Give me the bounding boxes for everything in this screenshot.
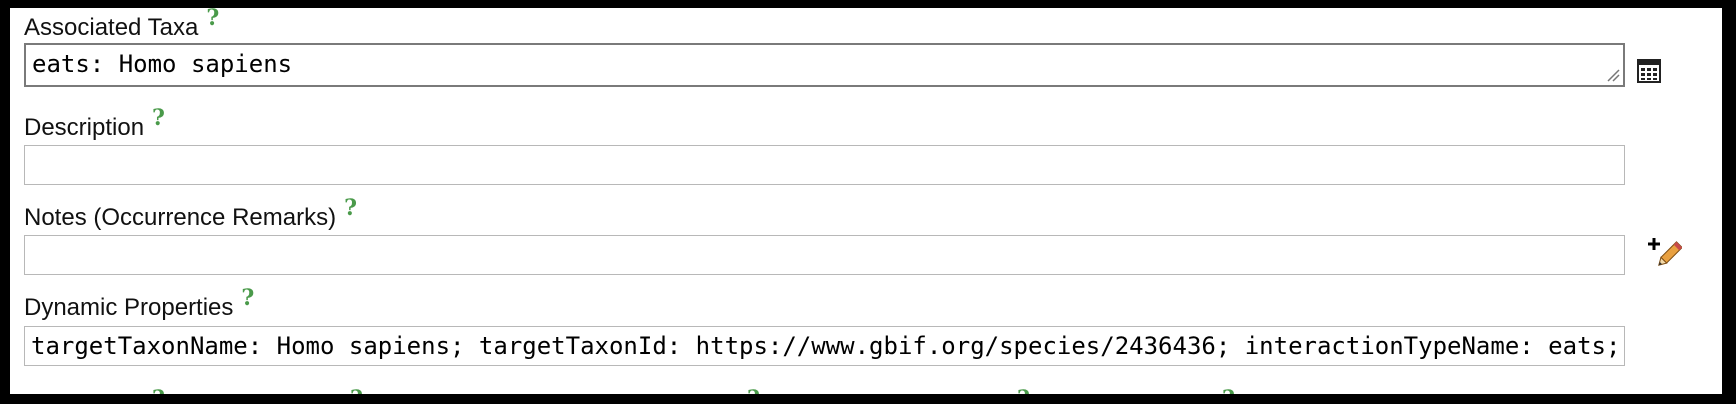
resize-handle-icon[interactable] — [1606, 68, 1620, 82]
cutoff-help-icon[interactable]: ? — [152, 386, 165, 394]
dynamic-properties-label: Dynamic Properties ? — [24, 285, 255, 321]
notes-help-icon[interactable]: ? — [344, 194, 357, 222]
notes-input[interactable] — [24, 235, 1625, 275]
cutoff-help-icon[interactable]: ? — [350, 386, 363, 394]
occurrence-form-panel: Associated Taxa ? eats: Homo sapiens Des… — [10, 8, 1722, 394]
dynamic-properties-field: Dynamic Properties ? — [24, 285, 255, 322]
notes-field: Notes (Occurrence Remarks) ? — [24, 195, 357, 232]
associated-taxa-input[interactable]: eats: Homo sapiens — [24, 43, 1625, 87]
cutoff-help-icon[interactable]: ? — [1017, 386, 1030, 394]
table-grid-icon[interactable] — [1636, 58, 1662, 84]
description-input[interactable] — [24, 145, 1625, 185]
dynamic-properties-help-icon[interactable]: ? — [241, 284, 254, 312]
cutoff-help-icon[interactable]: ? — [1222, 386, 1235, 394]
description-field: Description ? — [24, 105, 165, 142]
description-label: Description ? — [24, 105, 165, 141]
notes-label: Notes (Occurrence Remarks) ? — [24, 195, 357, 231]
description-help-icon[interactable]: ? — [152, 104, 165, 132]
associated-taxa-label: Associated Taxa ? — [24, 8, 219, 42]
cutoff-field-row: ? ? ? ? ? — [24, 386, 1722, 394]
add-edit-pencil-icon[interactable] — [1648, 236, 1682, 270]
dynamic-properties-input[interactable]: targetTaxonName: Homo sapiens; targetTax… — [24, 326, 1625, 366]
associated-taxa-field: Associated Taxa ? — [24, 8, 219, 42]
associated-taxa-help-icon[interactable]: ? — [206, 8, 219, 32]
cutoff-help-icon[interactable]: ? — [747, 386, 760, 394]
